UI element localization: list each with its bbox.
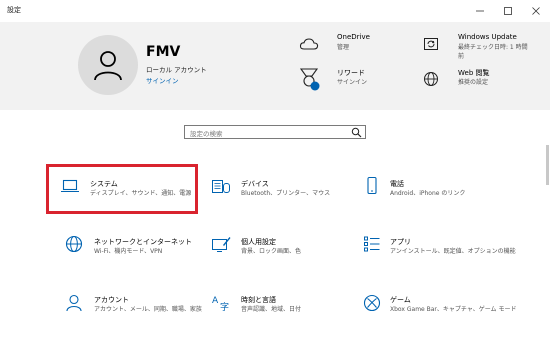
tile-accounts-title: アカウント — [94, 296, 129, 304]
search-input[interactable]: 設定の検索 — [190, 128, 223, 138]
globe-icon — [424, 72, 438, 86]
tile-phone[interactable]: 電話 Android、iPhone のリンク — [360, 168, 510, 210]
tile-personalization[interactable]: 個人用設定 背景、ロック画面、色 — [205, 228, 350, 270]
rewards-sub: サインイン — [337, 79, 368, 86]
windows-update-sub: 最終チェック日時: 1 時間前 — [458, 44, 528, 60]
tile-gaming-title: ゲーム — [390, 296, 411, 304]
tile-network[interactable]: ネットワークとインターネット Wi-Fi、機内モード、VPN — [50, 228, 200, 270]
scrollbar[interactable] — [546, 145, 549, 185]
tile-network-desc: Wi-Fi、機内モード、VPN — [94, 248, 163, 255]
tile-phone-title: 電話 — [390, 180, 404, 188]
tile-accounts[interactable]: アカウント アカウント、メール、同期、職場、家族 — [50, 288, 202, 330]
tile-accounts-desc: アカウント、メール、同期、職場、家族 — [94, 306, 202, 313]
globe-icon — [64, 234, 84, 254]
onedrive-item-icon[interactable] — [298, 33, 320, 55]
signin-link[interactable]: サインイン — [146, 75, 179, 85]
svg-text:A: A — [212, 296, 219, 306]
user-name: FMV — [146, 44, 181, 60]
tile-personalization-title: 個人用設定 — [241, 238, 276, 246]
phone-icon — [362, 176, 382, 196]
update-icon — [424, 38, 438, 50]
rewards-title[interactable]: リワード — [337, 68, 365, 78]
tile-phone-desc: Android、iPhone のリンク — [390, 190, 466, 197]
search-box[interactable]: 設定の検索 — [184, 125, 366, 139]
close-button[interactable] — [522, 0, 550, 22]
maximize-button[interactable] — [494, 0, 522, 22]
web-browsing-title[interactable]: Web 閲覧 — [458, 68, 490, 78]
tile-devices-desc: Bluetooth、プリンター、マウス — [241, 190, 331, 197]
tile-devices[interactable]: デバイス Bluetooth、プリンター、マウス — [205, 168, 350, 210]
rewards-item-icon[interactable] — [298, 68, 320, 91]
tile-gaming-desc: Xbox Game Bar、キャプチャ、ゲーム モード — [390, 306, 517, 313]
paint-icon — [211, 234, 231, 254]
rewards-icon — [299, 68, 320, 91]
tile-network-title: ネットワークとインターネット — [94, 238, 192, 246]
web-browsing-item-icon[interactable] — [420, 68, 442, 90]
minimize-button[interactable] — [466, 0, 494, 22]
tile-apps[interactable]: アプリ アンインストール、既定値、オプションの機能 — [360, 228, 530, 270]
cloud-icon — [299, 38, 319, 50]
tile-time-language[interactable]: A 字 時刻と言語 音声認識、地域、日付 — [205, 288, 350, 330]
svg-text:字: 字 — [220, 301, 229, 312]
highlight-box — [46, 164, 198, 214]
minimize-icon — [476, 10, 484, 12]
tile-time-language-title: 時刻と言語 — [241, 296, 276, 304]
xbox-icon — [362, 293, 382, 313]
keyboard-icon — [211, 176, 231, 196]
tile-time-language-desc: 音声認識、地域、日付 — [241, 306, 302, 313]
tile-gaming[interactable]: ゲーム Xbox Game Bar、キャプチャ、ゲーム モード — [360, 288, 530, 330]
time-language-icon: A 字 — [211, 293, 231, 313]
apps-list-icon — [362, 234, 382, 254]
web-browsing-sub: 推奨の設定 — [458, 79, 489, 86]
onedrive-title[interactable]: OneDrive — [337, 33, 370, 41]
close-icon — [532, 7, 540, 15]
account-type: ローカル アカウント — [146, 66, 207, 74]
tile-devices-title: デバイス — [241, 180, 269, 188]
search-icon — [351, 127, 362, 138]
maximize-icon — [504, 7, 512, 15]
person-icon — [94, 51, 122, 81]
person-icon — [64, 293, 84, 313]
title-bar: 設定 — [0, 0, 550, 22]
tile-apps-desc: アンインストール、既定値、オプションの機能 — [390, 248, 516, 255]
onedrive-sub: 管理 — [337, 44, 350, 51]
tile-personalization-desc: 背景、ロック画面、色 — [241, 248, 302, 255]
avatar — [78, 35, 138, 95]
windows-update-title[interactable]: Windows Update — [458, 33, 517, 41]
window-title: 設定 — [7, 6, 21, 14]
tile-apps-title: アプリ — [390, 238, 411, 246]
windows-update-item-icon[interactable] — [420, 33, 442, 55]
